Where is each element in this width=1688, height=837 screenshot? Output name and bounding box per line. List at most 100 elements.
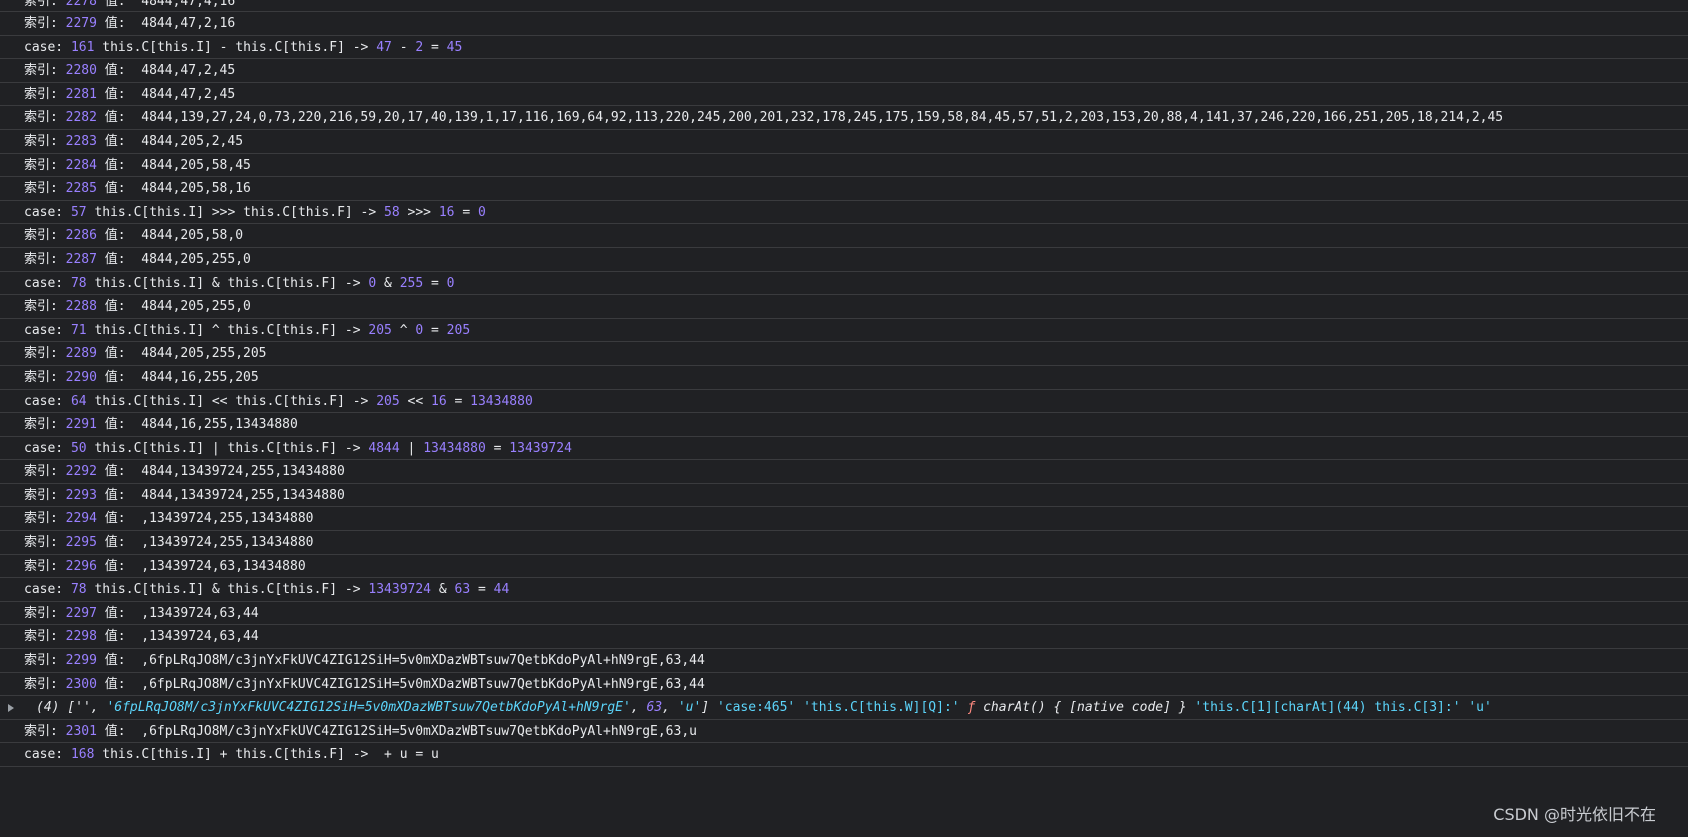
index-label: 索引: [24, 676, 66, 692]
index-number: 2297 [65, 605, 97, 621]
result: 0 [446, 275, 455, 291]
equals: = [423, 322, 447, 338]
value-text: ,13439724,63,44 [141, 629, 259, 645]
result: 205 [446, 322, 471, 338]
value-label: 值: [96, 181, 142, 197]
case-expression: this.C[this.I] | this.C[this.F] -> [86, 440, 369, 456]
expand-triangle-icon[interactable] [8, 704, 14, 713]
index-label: 索引: [24, 369, 66, 385]
case-number: 78 [70, 275, 87, 291]
case-expression: this.C[this.I] & this.C[this.F] -> [86, 275, 369, 291]
console-line-text: 索引: 2279 值: 4844,47,2,16 [24, 12, 236, 35]
case-number: 168 [70, 747, 95, 763]
index-number: 2295 [65, 535, 97, 551]
console-line-text: 索引: 2286 值: 4844,205,58,0 [24, 224, 244, 247]
comma: , [662, 700, 678, 716]
value-text: ,6fpLRqJO8M/c3jnYxFkUVC4ZIG12SiH=5v0mXDa… [141, 723, 697, 739]
index-label: 索引: [24, 535, 66, 551]
console-case-row: case: 64 this.C[this.I] << this.C[this.F… [0, 390, 1688, 414]
value-label: 值: [96, 133, 142, 149]
index-number: 2278 [65, 0, 97, 9]
operand-b: 2 [415, 39, 424, 55]
case-number: 78 [70, 582, 87, 598]
value-text: ,13439724,63,13434880 [141, 558, 306, 574]
operand-a: 58 [384, 204, 400, 220]
value-label: 值: [96, 676, 142, 692]
console-log-row: 索引: 2296 值: ,13439724,63,13434880 [0, 555, 1688, 579]
value-text: 4844,205,255,0 [141, 251, 251, 267]
value-label: 值: [96, 251, 142, 267]
index-number: 2292 [65, 464, 97, 480]
value-label: 值: [96, 0, 142, 9]
operand-a: 205 [376, 393, 400, 409]
console-line-text: 索引: 2289 值: 4844,205,255,205 [24, 342, 267, 365]
console-line-text: 索引: 2290 值: 4844,16,255,205 [24, 366, 259, 389]
console-line-text: 索引: 2297 值: ,13439724,63,44 [24, 602, 259, 625]
case-expression: this.C[this.I] - this.C[this.F] -> [94, 39, 377, 55]
operator: - [391, 39, 416, 55]
case-expression: this.C[this.I] & this.C[this.F] -> [86, 582, 369, 598]
console-line-text: case: 161 this.C[this.I] - this.C[this.F… [24, 36, 462, 59]
console-line-text: 索引: 2287 值: 4844,205,255,0 [24, 248, 251, 271]
index-number: 2301 [65, 723, 97, 739]
value-label: 值: [96, 16, 142, 31]
value-label: 值: [96, 63, 142, 79]
value-text: 4844,139,27,24,0,73,220,216,59,20,17,40,… [141, 110, 1504, 126]
value-label: 值: [96, 299, 142, 315]
value-label: 值: [96, 417, 142, 433]
index-number: 2284 [65, 157, 97, 173]
array-number: 63 [646, 700, 663, 716]
console-log-row: 索引: 2294 值: ,13439724,255,13434880 [0, 507, 1688, 532]
console-line-text: case: 78 this.C[this.I] & this.C[this.F]… [24, 272, 455, 295]
index-label: 索引: [24, 86, 66, 102]
index-label: 索引: [24, 487, 66, 503]
console-line-text: 索引: 2284 值: 4844,205,58,45 [24, 154, 251, 177]
case-label: case: [24, 747, 71, 763]
array-string: 'u' [677, 700, 702, 716]
case-label: case: [24, 582, 71, 598]
case-number: 64 [70, 393, 87, 409]
index-number: 2287 [65, 251, 97, 267]
case-label: case: [24, 275, 71, 291]
case-number: 57 [70, 204, 87, 220]
value-text: 4844,205,58,16 [141, 181, 251, 197]
equals: = [470, 582, 494, 598]
index-number: 2298 [65, 629, 97, 645]
log-string: 'this.C[this.W][Q]:' [803, 700, 960, 716]
index-label: 索引: [24, 110, 66, 126]
console-log-row: 索引: 2278 值: 4844,47,4,16 [0, 0, 1688, 12]
index-number: 2286 [65, 228, 97, 244]
equals: = [454, 204, 478, 220]
log-string: 'case:465' [716, 700, 796, 716]
console-line-text: 索引: 2293 值: 4844,13439724,255,13434880 [24, 484, 345, 507]
index-label: 索引: [24, 63, 66, 79]
console-log-row: 索引: 2288 值: 4844,205,255,0 [0, 295, 1688, 319]
console-line-text: 索引: 2283 值: 4844,205,2,45 [24, 130, 244, 153]
index-number: 2285 [65, 181, 97, 197]
value-text: 4844,47,2,45 [141, 63, 236, 79]
array-close: ] [701, 700, 717, 716]
function-body: charAt() { [native code] } [975, 700, 1195, 716]
comma: , [630, 700, 647, 716]
console-line-text: 索引: 2282 值: 4844,139,27,24,0,73,220,216,… [24, 106, 1504, 129]
console-line-text: 索引: 2291 值: 4844,16,255,13434880 [24, 413, 298, 436]
value-text: 4844,16,255,13434880 [141, 417, 298, 433]
value-text: ,6fpLRqJO8M/c3jnYxFkUVC4ZIG12SiH=5v0mXDa… [141, 676, 705, 692]
console-line-text: 索引: 2295 值: ,13439724,255,13434880 [24, 531, 313, 554]
operand-b: 255 [399, 275, 424, 291]
value-text: 4844,47,2,16 [141, 16, 236, 31]
index-number: 2281 [65, 86, 97, 102]
console-line-text: case: 78 this.C[this.I] & this.C[this.F]… [24, 578, 509, 601]
console-line-text: (4) ['', '6fpLRqJO8M/c3jnYxFkUVC4ZIG12Si… [36, 696, 1492, 719]
array-count: (4) [36, 700, 60, 716]
index-label: 索引: [24, 299, 66, 315]
value-text: 4844,205,255,205 [141, 346, 267, 362]
case-number: 161 [70, 39, 95, 55]
console-log-row: 索引: 2293 值: 4844,13439724,255,13434880 [0, 484, 1688, 508]
value-text: 4844,205,2,45 [141, 133, 244, 149]
console-log-row: 索引: 2286 值: 4844,205,58,0 [0, 224, 1688, 248]
log-string: 'this.C[1][charAt](44) this.C[3]:' [1194, 700, 1461, 716]
operator: << [399, 393, 432, 409]
index-label: 索引: [24, 228, 66, 244]
value-text: 4844,205,58,0 [141, 228, 244, 244]
